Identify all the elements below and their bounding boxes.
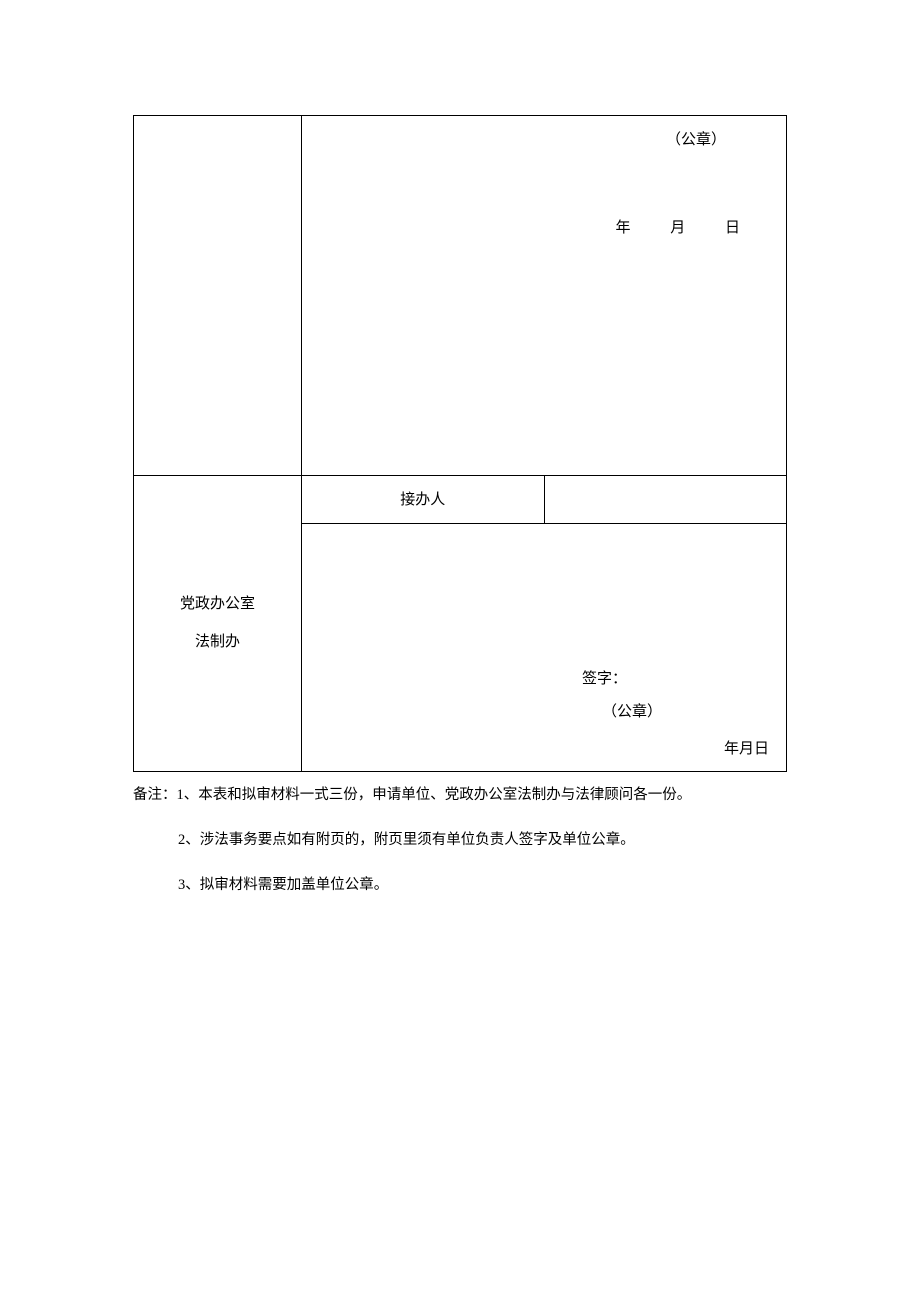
date-placeholder-1: 年 月 日 bbox=[597, 216, 758, 240]
office-name-line1: 党政办公室 bbox=[142, 586, 293, 624]
seal-placeholder-1: （公章） bbox=[666, 128, 726, 152]
row2-content-cell: 签字： （公章） 年月日 bbox=[302, 524, 787, 772]
note-1: 备注：1、本表和拟审材料一式三份，申请单位、党政办公室法制办与法律顾问各一份。 bbox=[133, 785, 787, 807]
day-label: 日 bbox=[725, 220, 740, 236]
row1-label-cell bbox=[134, 116, 302, 476]
signature-label: 签字： bbox=[582, 667, 627, 691]
form-table: （公章） 年 月 日 党政办公室 法制办 接办人 签字： （公章） 年月日 bbox=[133, 115, 787, 772]
note-2: 2、涉法事务要点如有附页的，附页里须有单位负责人签字及单位公章。 bbox=[133, 830, 787, 852]
row2-label-cell: 党政办公室 法制办 bbox=[134, 476, 302, 772]
row1-content-cell: （公章） 年 月 日 bbox=[302, 116, 787, 476]
receiver-value-cell bbox=[544, 476, 787, 524]
year-label: 年 bbox=[615, 220, 630, 236]
date-placeholder-2: 年月日 bbox=[724, 737, 769, 761]
month-label: 月 bbox=[670, 220, 685, 236]
seal-placeholder-2: （公章） bbox=[602, 700, 662, 724]
document-page: （公章） 年 月 日 党政办公室 法制办 接办人 签字： （公章） 年月日 bbox=[0, 0, 920, 896]
office-name-line2: 法制办 bbox=[142, 624, 293, 662]
note-3: 3、拟审材料需要加盖单位公章。 bbox=[133, 875, 787, 897]
notes-section: 备注：1、本表和拟审材料一式三份，申请单位、党政办公室法制办与法律顾问各一份。 … bbox=[133, 785, 787, 896]
receiver-label-cell: 接办人 bbox=[302, 476, 545, 524]
